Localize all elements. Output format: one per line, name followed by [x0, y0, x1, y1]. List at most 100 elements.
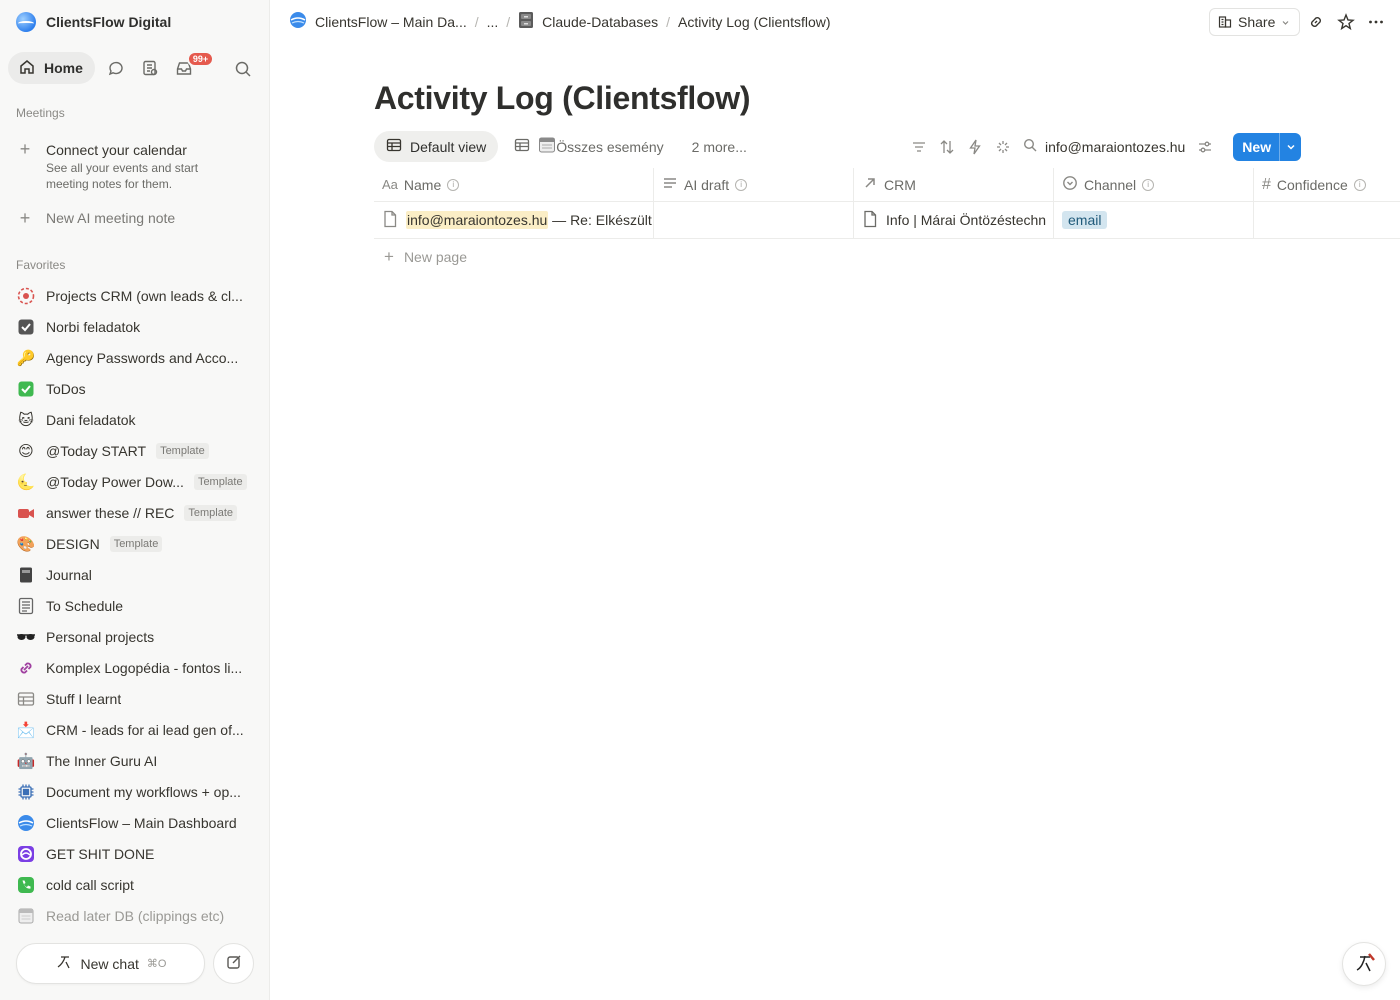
meeting-notes-icon[interactable] [133, 52, 167, 84]
more-views-button[interactable]: 2 more... [680, 131, 759, 162]
inbox-badge: 99+ [186, 51, 215, 67]
favorite-item[interactable]: Norbi feladatok [16, 311, 260, 342]
ai-assistant-button[interactable] [1342, 942, 1386, 986]
new-dropdown-button[interactable] [1279, 132, 1302, 161]
home-button[interactable]: Home [8, 52, 95, 84]
favorite-item[interactable]: Stuff I learnt [16, 683, 260, 714]
page-icon [862, 210, 878, 231]
breadcrumb-ellipsis[interactable]: ... [487, 14, 499, 30]
favorite-item-label: Personal projects [46, 628, 155, 645]
sunglasses-icon [16, 627, 36, 647]
cell-channel[interactable]: email [1054, 202, 1254, 238]
compose-button[interactable] [213, 943, 254, 984]
globe-icon [16, 813, 36, 833]
favorite-item[interactable]: 🎨 DESIGN Template [16, 528, 260, 559]
checkbox-icon [16, 317, 36, 337]
inbox-tray-icon: 📩 [16, 721, 36, 739]
connect-calendar[interactable]: + Connect your calendar See all your eve… [16, 140, 256, 192]
sparkle-ai-icon[interactable] [989, 133, 1017, 161]
share-button[interactable]: Share [1209, 8, 1301, 36]
breadcrumb: ClientsFlow – Main Da... / ... / Claude-… [289, 11, 831, 32]
star-icon[interactable] [1335, 11, 1357, 33]
more-options-icon[interactable] [1365, 11, 1387, 33]
database-toolbar: info@maraiontozes.hu New [905, 131, 1302, 162]
column-label: AI draft [684, 176, 730, 193]
favorite-item[interactable]: 🐱 Dani feladatok [16, 404, 260, 435]
database-table: Aa Name i AI draft i CRM Channel i # Con… [374, 168, 1400, 275]
home-icon [18, 58, 36, 79]
table-row[interactable]: info@maraiontozes.hu — Re: Elkészült Inf… [374, 202, 1400, 239]
favorite-item-label: @Today START [46, 442, 147, 459]
cell-ai-draft[interactable] [654, 202, 854, 238]
filter-icon[interactable] [905, 133, 933, 161]
favorite-item-label: CRM - leads for ai lead gen of... [46, 721, 244, 738]
favorite-item[interactable]: Journal [16, 559, 260, 590]
info-icon[interactable]: i [735, 178, 748, 191]
sort-icon[interactable] [933, 133, 961, 161]
view-settings-icon[interactable] [1191, 133, 1219, 161]
link-icon [16, 658, 36, 678]
favorite-item[interactable]: Personal projects [16, 621, 260, 652]
crm-relation-link[interactable]: Info | Márai Öntözéstechn [886, 212, 1046, 228]
tab-default-view[interactable]: Default view [374, 131, 499, 162]
new-page-row[interactable]: + New page [374, 239, 1400, 275]
favorite-item[interactable]: To Schedule [16, 590, 260, 621]
favorite-item[interactable]: 📩 CRM - leads for ai lead gen of... [16, 714, 260, 745]
favorite-item[interactable]: GET SHIT DONE [16, 838, 260, 869]
favorite-item[interactable]: Read later DB (clippings etc) [16, 900, 260, 931]
inbox-icon[interactable]: 99+ [167, 51, 215, 84]
new-record-button[interactable]: New [1233, 132, 1280, 161]
info-icon[interactable]: i [1353, 178, 1366, 191]
breadcrumb-root[interactable]: ClientsFlow – Main Da... [289, 11, 467, 32]
favorite-item[interactable]: Komplex Logopédia - fontos li... [16, 652, 260, 683]
favorite-item[interactable]: answer these // REC Template [16, 497, 260, 528]
favorite-item[interactable]: Document my workflows + op... [16, 776, 260, 807]
column-header-confidence[interactable]: # Confidence i [1254, 168, 1400, 201]
search-icon[interactable] [232, 58, 254, 80]
column-header-channel[interactable]: Channel i [1054, 168, 1254, 201]
purple-circle-icon [16, 844, 36, 864]
chat-icon[interactable] [99, 52, 133, 84]
palette-icon: 🎨 [16, 535, 36, 553]
new-button-group: New [1233, 132, 1302, 161]
robot-icon: 🤖 [16, 752, 36, 770]
favorite-item[interactable]: 🔑 Agency Passwords and Acco... [16, 342, 260, 373]
column-header-crm[interactable]: CRM [854, 168, 1054, 201]
connect-calendar-title: Connect your calendar [46, 142, 187, 158]
home-label: Home [44, 60, 83, 76]
table-header: Aa Name i AI draft i CRM Channel i # Con… [374, 168, 1400, 202]
favorite-item[interactable]: 🤖 The Inner Guru AI [16, 745, 260, 776]
favorite-item[interactable]: cold call script [16, 869, 260, 900]
copy-link-icon[interactable] [1305, 11, 1327, 33]
cell-confidence[interactable] [1254, 202, 1400, 238]
database-search[interactable]: info@maraiontozes.hu [1023, 138, 1185, 155]
info-icon[interactable]: i [447, 178, 460, 191]
automation-lightning-icon[interactable] [961, 133, 989, 161]
breadcrumb-parent[interactable]: Claude-Databases [518, 11, 658, 32]
favorite-item[interactable]: 🌜 @Today Power Dow... Template [16, 466, 260, 497]
breadcrumb-current[interactable]: Activity Log (Clientsflow) [678, 14, 831, 30]
favorites-section-label: Favorites [16, 258, 66, 272]
info-icon[interactable]: i [1142, 178, 1155, 191]
favorite-item-label: ToDos [46, 380, 86, 397]
search-query[interactable]: info@maraiontozes.hu [1045, 139, 1185, 155]
share-label: Share [1238, 14, 1276, 30]
column-label: CRM [884, 176, 916, 193]
favorite-item[interactable]: ToDos [16, 373, 260, 404]
cell-crm[interactable]: Info | Márai Öntözéstechn [854, 202, 1054, 238]
cell-name[interactable]: info@maraiontozes.hu — Re: Elkészült [374, 202, 654, 238]
chevron-down-icon [1281, 14, 1290, 30]
favorite-item[interactable]: ClientsFlow – Main Dashboard [16, 807, 260, 838]
template-badge: Template [156, 442, 209, 459]
new-chat-button[interactable]: New chat ⌘O [16, 943, 205, 984]
column-header-ai-draft[interactable]: AI draft i [654, 168, 854, 201]
table-icon [16, 689, 36, 709]
favorite-item[interactable]: Projects CRM (own leads & cl... [16, 280, 260, 311]
target-icon [16, 286, 36, 306]
tab-osszes-esemeny[interactable]: Összes esemény [502, 131, 675, 162]
workspace-switcher[interactable]: ClientsFlow Digital [16, 11, 171, 33]
column-header-name[interactable]: Aa Name i [374, 168, 654, 201]
favorite-item[interactable]: 😊 @Today START Template [16, 435, 260, 466]
view-tabs: Default view Összes esemény 2 more... [374, 131, 759, 162]
new-ai-meeting-note[interactable]: + New AI meeting note [16, 209, 175, 227]
